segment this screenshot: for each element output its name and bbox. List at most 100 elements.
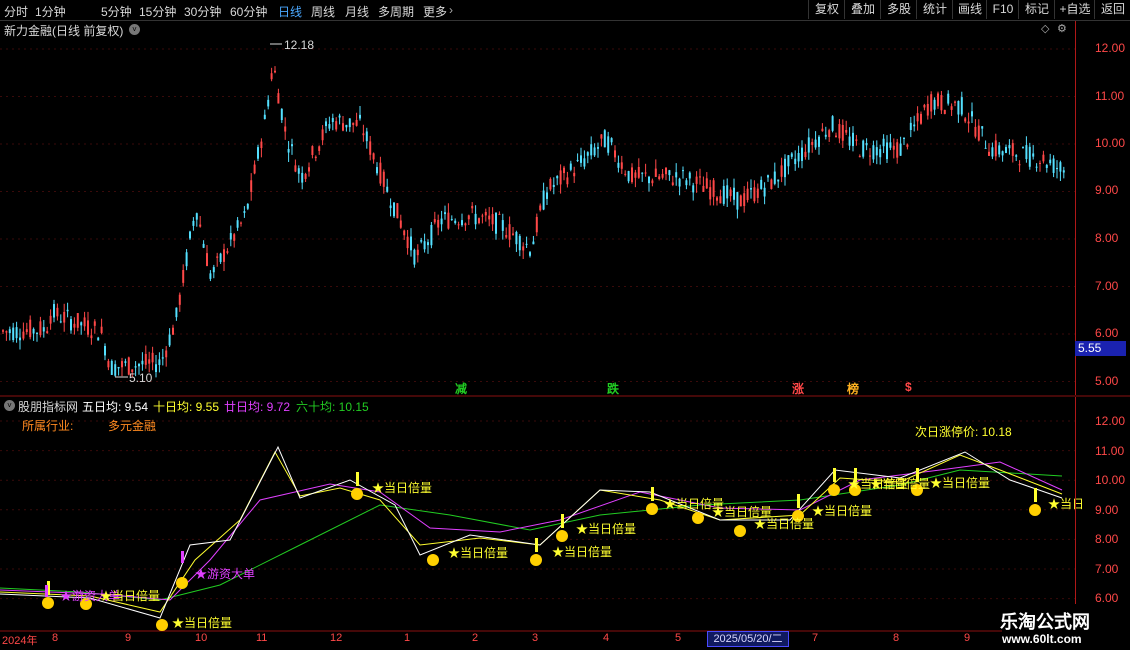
candle-body (240, 222, 242, 224)
candle-body (134, 366, 137, 368)
diamond-icon[interactable]: ◇ (1041, 22, 1049, 35)
candle-body (648, 176, 650, 184)
candle-body (906, 144, 909, 147)
candle-body (916, 113, 919, 122)
candle-body (182, 269, 185, 283)
candle-body (770, 179, 773, 189)
candle-body (892, 145, 895, 150)
candle-body (83, 317, 86, 327)
candle-body (627, 171, 630, 182)
candle-body (168, 334, 171, 346)
kline-chart-canvas[interactable]: ★游资大单★当日倍量★当日倍量★当日倍量★当日倍量 ★当日倍量★当日倍量★当日倍量… (0, 0, 1130, 650)
candle-body (569, 163, 572, 170)
candle-body (141, 360, 144, 365)
candle-body (709, 187, 712, 200)
candle-body (682, 170, 684, 172)
volume-bar-marker (181, 551, 184, 563)
annotation-label: ★当日倍量 (172, 615, 232, 630)
candle-body (515, 231, 518, 245)
date-tick: 9 (125, 632, 132, 644)
candle-body (705, 178, 708, 189)
candle-body (675, 172, 678, 178)
candle-body (658, 176, 661, 180)
candle-body (403, 230, 406, 236)
candle-body (678, 178, 681, 187)
candle-body (950, 106, 953, 110)
main-axis-tick: 7.00 (1095, 279, 1119, 293)
date-tick: 5 (675, 632, 682, 644)
candle-body (311, 146, 314, 155)
candle-body (804, 151, 807, 158)
volume-bar-marker (797, 494, 800, 508)
candle-body (5, 331, 8, 333)
candle-body (39, 321, 42, 336)
candle-body (576, 159, 579, 161)
annotation-label: ★当日倍量 (576, 521, 636, 536)
candle-body (1025, 145, 1028, 160)
candle-body (498, 213, 501, 215)
candle-body (981, 126, 984, 129)
candle-body (66, 309, 69, 312)
settings-icon[interactable]: ⚙ (1057, 22, 1067, 35)
candle-body (12, 327, 15, 341)
candle-body (722, 185, 725, 204)
candle-body (185, 252, 188, 267)
candle-body (484, 211, 487, 216)
sub-axis-tick: 8.00 (1095, 532, 1119, 546)
candle-body (318, 146, 321, 151)
candle-body (467, 215, 470, 220)
candle-body (814, 139, 817, 148)
candle-body (461, 220, 463, 226)
candle-body (175, 307, 178, 318)
main-axis-tick: 6.00 (1095, 326, 1119, 340)
candle-body (1008, 145, 1011, 149)
candle-body (937, 93, 939, 107)
main-axis-tick: 10.00 (1095, 136, 1126, 150)
candle-body (1018, 164, 1021, 166)
candle-body (294, 165, 297, 172)
candle-body (546, 192, 548, 199)
candle-body (862, 140, 865, 157)
chevron-down-icon[interactable]: ˅ (4, 400, 15, 411)
annotation-label: ★当日倍量 (870, 476, 930, 491)
candle-body (522, 246, 525, 251)
candle-body (818, 136, 820, 147)
candle-body (998, 145, 1001, 155)
candle-body (610, 138, 613, 143)
candle-body (352, 122, 355, 125)
candle-body (301, 172, 304, 183)
candle-body (161, 357, 164, 359)
candle-body (532, 241, 535, 245)
candle-body (471, 205, 474, 209)
candle-body (753, 187, 756, 202)
candle-body (331, 118, 334, 122)
volume-bar-marker (833, 468, 836, 482)
candle-body (1045, 164, 1048, 168)
candle-body (603, 130, 606, 148)
candle-body (270, 73, 273, 80)
candle-body (688, 172, 691, 179)
candle-body (729, 189, 732, 197)
candle-body (641, 172, 644, 174)
main-axis-tick: 12.00 (1095, 41, 1126, 55)
candle-body (597, 147, 599, 149)
candle-body (457, 224, 460, 226)
candle-body (869, 155, 871, 157)
chevron-down-icon[interactable]: ˅ (129, 24, 140, 35)
candle-body (794, 158, 797, 165)
candle-body (25, 329, 28, 332)
candle-body (117, 366, 120, 369)
sub-axis-tick: 11.00 (1095, 444, 1125, 458)
indicator-name: 股朋指标网 (18, 400, 79, 414)
candle-body (702, 185, 705, 192)
candle-body (695, 176, 698, 184)
candle-body (501, 220, 504, 231)
candle-body (76, 313, 79, 328)
candle-body (559, 170, 562, 185)
candle-body (600, 134, 603, 139)
ma10-line (0, 450, 1063, 613)
candle-body (787, 155, 790, 167)
candle-body (756, 188, 759, 198)
candle-body (406, 236, 409, 249)
date-tick: 12 (330, 632, 343, 644)
